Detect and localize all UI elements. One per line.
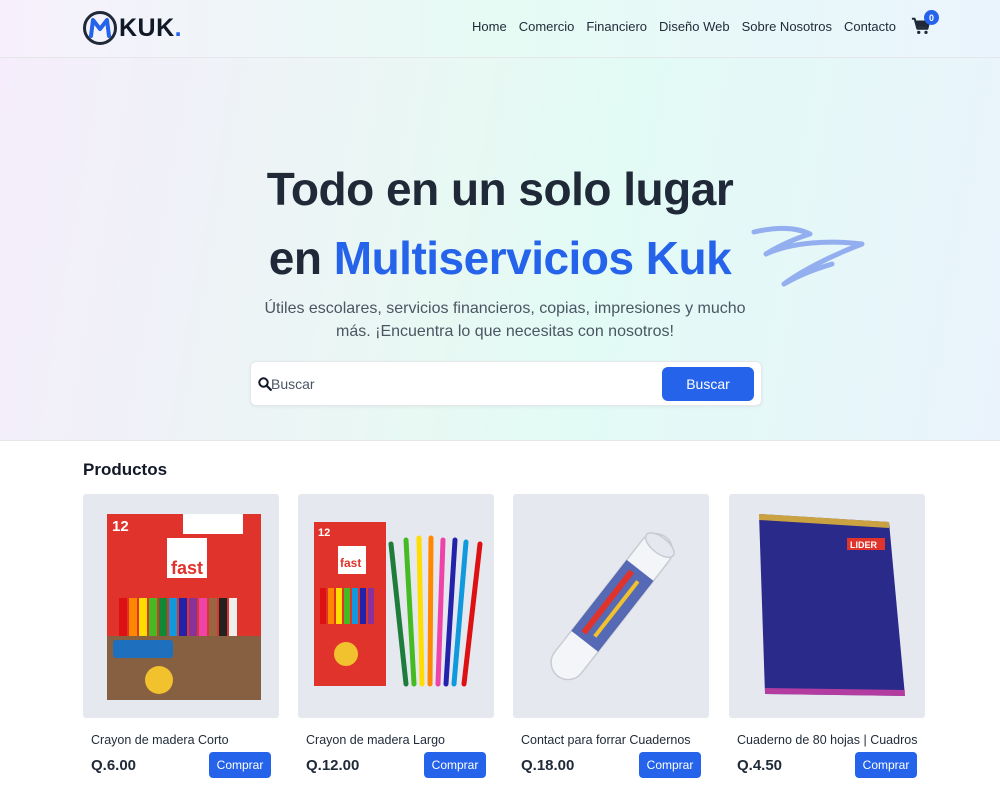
search-icon (258, 377, 272, 391)
product-name[interactable]: Contact para forrar Cuadernos (521, 733, 709, 747)
product-card: LIDER Cuaderno de 80 hojas | Cuadros Q.4… (729, 494, 925, 794)
product-image[interactable]: 12 fast (83, 494, 279, 718)
buy-button[interactable]: Comprar (424, 752, 486, 778)
hero-section: Todo en un solo lugar en Multiservicios … (0, 58, 1000, 441)
product-card: 12 fast Crayon de madera Largo Q.12.00 C… (298, 494, 494, 794)
product-card: 12 fast Crayon de madera Corto Q.6.00 Co… (83, 494, 279, 794)
svg-text:LIDER: LIDER (850, 540, 878, 550)
svg-text:12: 12 (112, 518, 129, 535)
nav-home[interactable]: Home (472, 19, 507, 34)
product-name[interactable]: Cuaderno de 80 hojas | Cuadros (737, 733, 925, 747)
search-button[interactable]: Buscar (662, 367, 754, 401)
product-name[interactable]: Crayon de madera Largo (306, 733, 494, 747)
svg-text:fast: fast (171, 558, 203, 578)
contact-paper-roll-icon (550, 532, 675, 681)
buy-button[interactable]: Comprar (855, 752, 917, 778)
scribble-decoration-icon (751, 225, 865, 287)
nav-diseno-web[interactable]: Diseño Web (659, 19, 730, 34)
nav-comercio[interactable]: Comercio (519, 19, 575, 34)
product-price: Q.18.00 (521, 757, 575, 774)
long-colored-pencils-box-icon: 12 fast (314, 522, 483, 687)
logo-mark-icon (83, 11, 117, 45)
cart-count-badge: 0 (924, 10, 939, 25)
products-title: Productos (83, 460, 168, 479)
product-image[interactable]: 12 fast (298, 494, 494, 718)
product-price: Q.6.00 (91, 757, 137, 774)
svg-text:fast: fast (340, 556, 361, 570)
short-colored-pencils-box-icon: 12 fast (107, 514, 261, 700)
product-image[interactable] (513, 494, 709, 718)
hero-subtitle: Útiles escolares, servicios financieros,… (264, 300, 746, 340)
logo[interactable]: KUK. (82, 10, 182, 46)
blue-notebook-icon: LIDER (759, 514, 905, 696)
search-input[interactable] (271, 371, 651, 397)
main-nav: Home Comercio Financiero Diseño Web Sobr… (472, 19, 896, 34)
site-header: KUK. Home Comercio Financiero Diseño Web… (0, 0, 1000, 58)
buy-button[interactable]: Comprar (209, 752, 271, 778)
product-card: Contact para forrar Cuadernos Q.18.00 Co… (513, 494, 709, 794)
product-image[interactable]: LIDER (729, 494, 925, 718)
product-price: Q.4.50 (737, 757, 783, 774)
logo-text: KUK. (119, 13, 183, 42)
nav-financiero[interactable]: Financiero (586, 19, 647, 34)
search-bar: Buscar (250, 361, 762, 406)
hero-title-line1: Todo en un solo lugar (266, 163, 734, 215)
product-name[interactable]: Crayon de madera Corto (91, 733, 279, 747)
buy-button[interactable]: Comprar (639, 752, 701, 778)
product-price: Q.12.00 (306, 757, 360, 774)
cart-button[interactable]: 0 (911, 10, 939, 38)
nav-contacto[interactable]: Contacto (844, 19, 896, 34)
svg-text:12: 12 (318, 527, 330, 539)
hero-title-accent: Multiservicios Kuk (333, 232, 732, 284)
nav-sobre-nosotros[interactable]: Sobre Nosotros (742, 19, 832, 34)
